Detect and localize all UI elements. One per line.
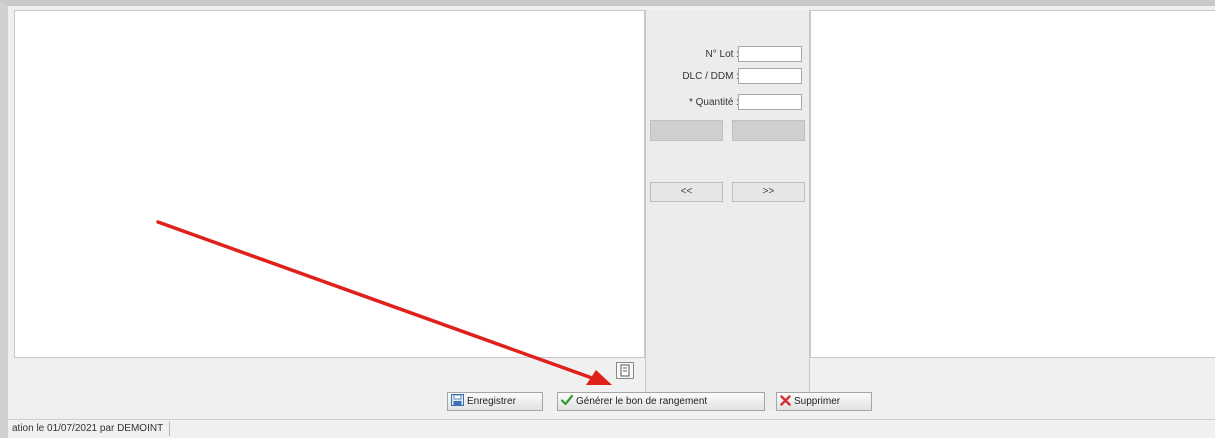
lot-input[interactable] — [738, 46, 802, 62]
previous-button[interactable]: << — [650, 182, 723, 202]
next-button[interactable]: >> — [732, 182, 805, 202]
checkmark-icon — [560, 394, 574, 409]
detail-panel: N° Lot : DLC / DDM : * Quantité : << >> — [645, 10, 810, 410]
dlc-input[interactable] — [738, 68, 802, 84]
status-text: ation le 01/07/2021 par DEMOINT — [12, 422, 171, 436]
delete-button-label: Supprimer — [794, 396, 841, 407]
generate-button-label: Générer le bon de rangement — [576, 396, 708, 407]
right-list-panel[interactable] — [810, 10, 1215, 358]
quantity-label: * Quantité : — [688, 97, 739, 108]
quantity-row: * Quantité : — [646, 94, 811, 112]
lot-row: N° Lot : — [646, 46, 811, 64]
status-bar: ation le 01/07/2021 par DEMOINT — [8, 419, 1215, 438]
document-icon-button[interactable] — [616, 362, 634, 379]
delete-button[interactable]: Supprimer — [776, 392, 872, 411]
floppy-disk-icon — [451, 394, 464, 409]
red-x-icon — [780, 394, 791, 409]
save-button-label: Enregistrer — [467, 396, 516, 407]
blank-button-right[interactable] — [732, 120, 805, 141]
dlc-label: DLC / DDM : — [682, 71, 739, 82]
blank-button-left[interactable] — [650, 120, 723, 141]
quantity-input[interactable] — [738, 94, 802, 110]
document-icon — [620, 364, 630, 377]
dlc-row: DLC / DDM : — [646, 68, 811, 86]
generate-storage-note-button[interactable]: Générer le bon de rangement — [557, 392, 765, 411]
left-list-panel[interactable] — [14, 10, 645, 358]
lot-label: N° Lot : — [705, 49, 739, 60]
save-button[interactable]: Enregistrer — [447, 392, 543, 411]
